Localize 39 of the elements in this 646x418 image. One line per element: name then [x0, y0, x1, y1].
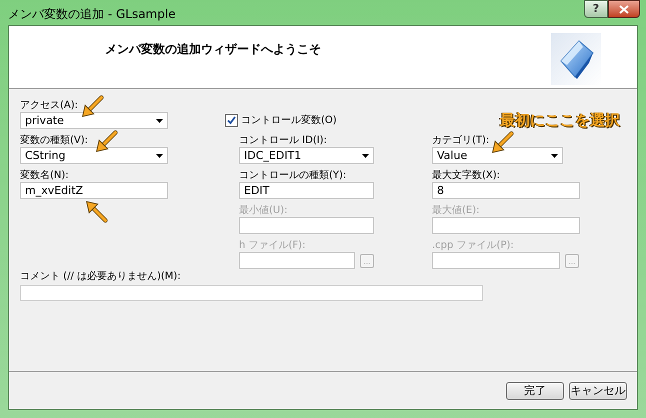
window-title: メンバ変数の追加 - GLsample [8, 6, 176, 23]
dropdown-arrow-icon [551, 154, 558, 158]
dialog-button[interactable]: 完了 [506, 382, 564, 400]
dialog-button[interactable]: キャンセル [569, 382, 627, 400]
field-label: 最大値(E): [432, 205, 480, 217]
help-button[interactable]: ? [584, 0, 608, 18]
input-field[interactable]: m_xvEditZ [20, 182, 168, 199]
field-label: コメント (// は必要ありません)(M): [20, 271, 181, 283]
comment-field[interactable] [20, 285, 483, 301]
field-label: 変数名(N): [20, 170, 69, 182]
dropdown-arrow-icon [362, 154, 369, 158]
field-label: 最大文字数(X): [432, 170, 500, 182]
checkbox-label: コントロール変数(O) [241, 114, 337, 128]
field-label: アクセス(A): [20, 100, 78, 112]
pointer-arrow-icon [80, 95, 104, 119]
field-label: コントロール ID(I): [239, 135, 327, 147]
dropdown-arrow-icon [156, 154, 163, 158]
dropdown[interactable]: private [20, 112, 168, 129]
field-label: .cpp ファイル(P): [432, 240, 514, 252]
crystal-icon [551, 33, 601, 85]
annotation-text: 最初にここを選択 [500, 111, 620, 129]
field-label: コントロールの種類(Y): [239, 170, 346, 182]
input-field[interactable]: 8 [432, 182, 580, 199]
pointer-arrow-icon [84, 199, 108, 223]
input-field[interactable]: EDIT [239, 182, 374, 199]
field-label: 最小値(U): [239, 205, 288, 217]
dropdown[interactable]: Value [432, 147, 563, 164]
dropdown[interactable]: IDC_EDIT1 [239, 147, 374, 164]
pointer-arrow-icon [94, 130, 118, 154]
dropdown-arrow-icon [156, 118, 163, 122]
close-icon [619, 4, 629, 14]
field-label: h ファイル(F): [239, 240, 306, 252]
wizard-heading: メンバ変数の追加ウィザードへようこそ [105, 41, 321, 58]
field-label: カテゴリ(T): [432, 135, 490, 147]
checkbox[interactable] [225, 114, 238, 127]
close-button[interactable] [608, 0, 640, 18]
pointer-arrow-icon [490, 131, 514, 155]
dropdown[interactable]: CString [20, 147, 168, 164]
field-label: 変数の種類(V): [20, 135, 88, 147]
